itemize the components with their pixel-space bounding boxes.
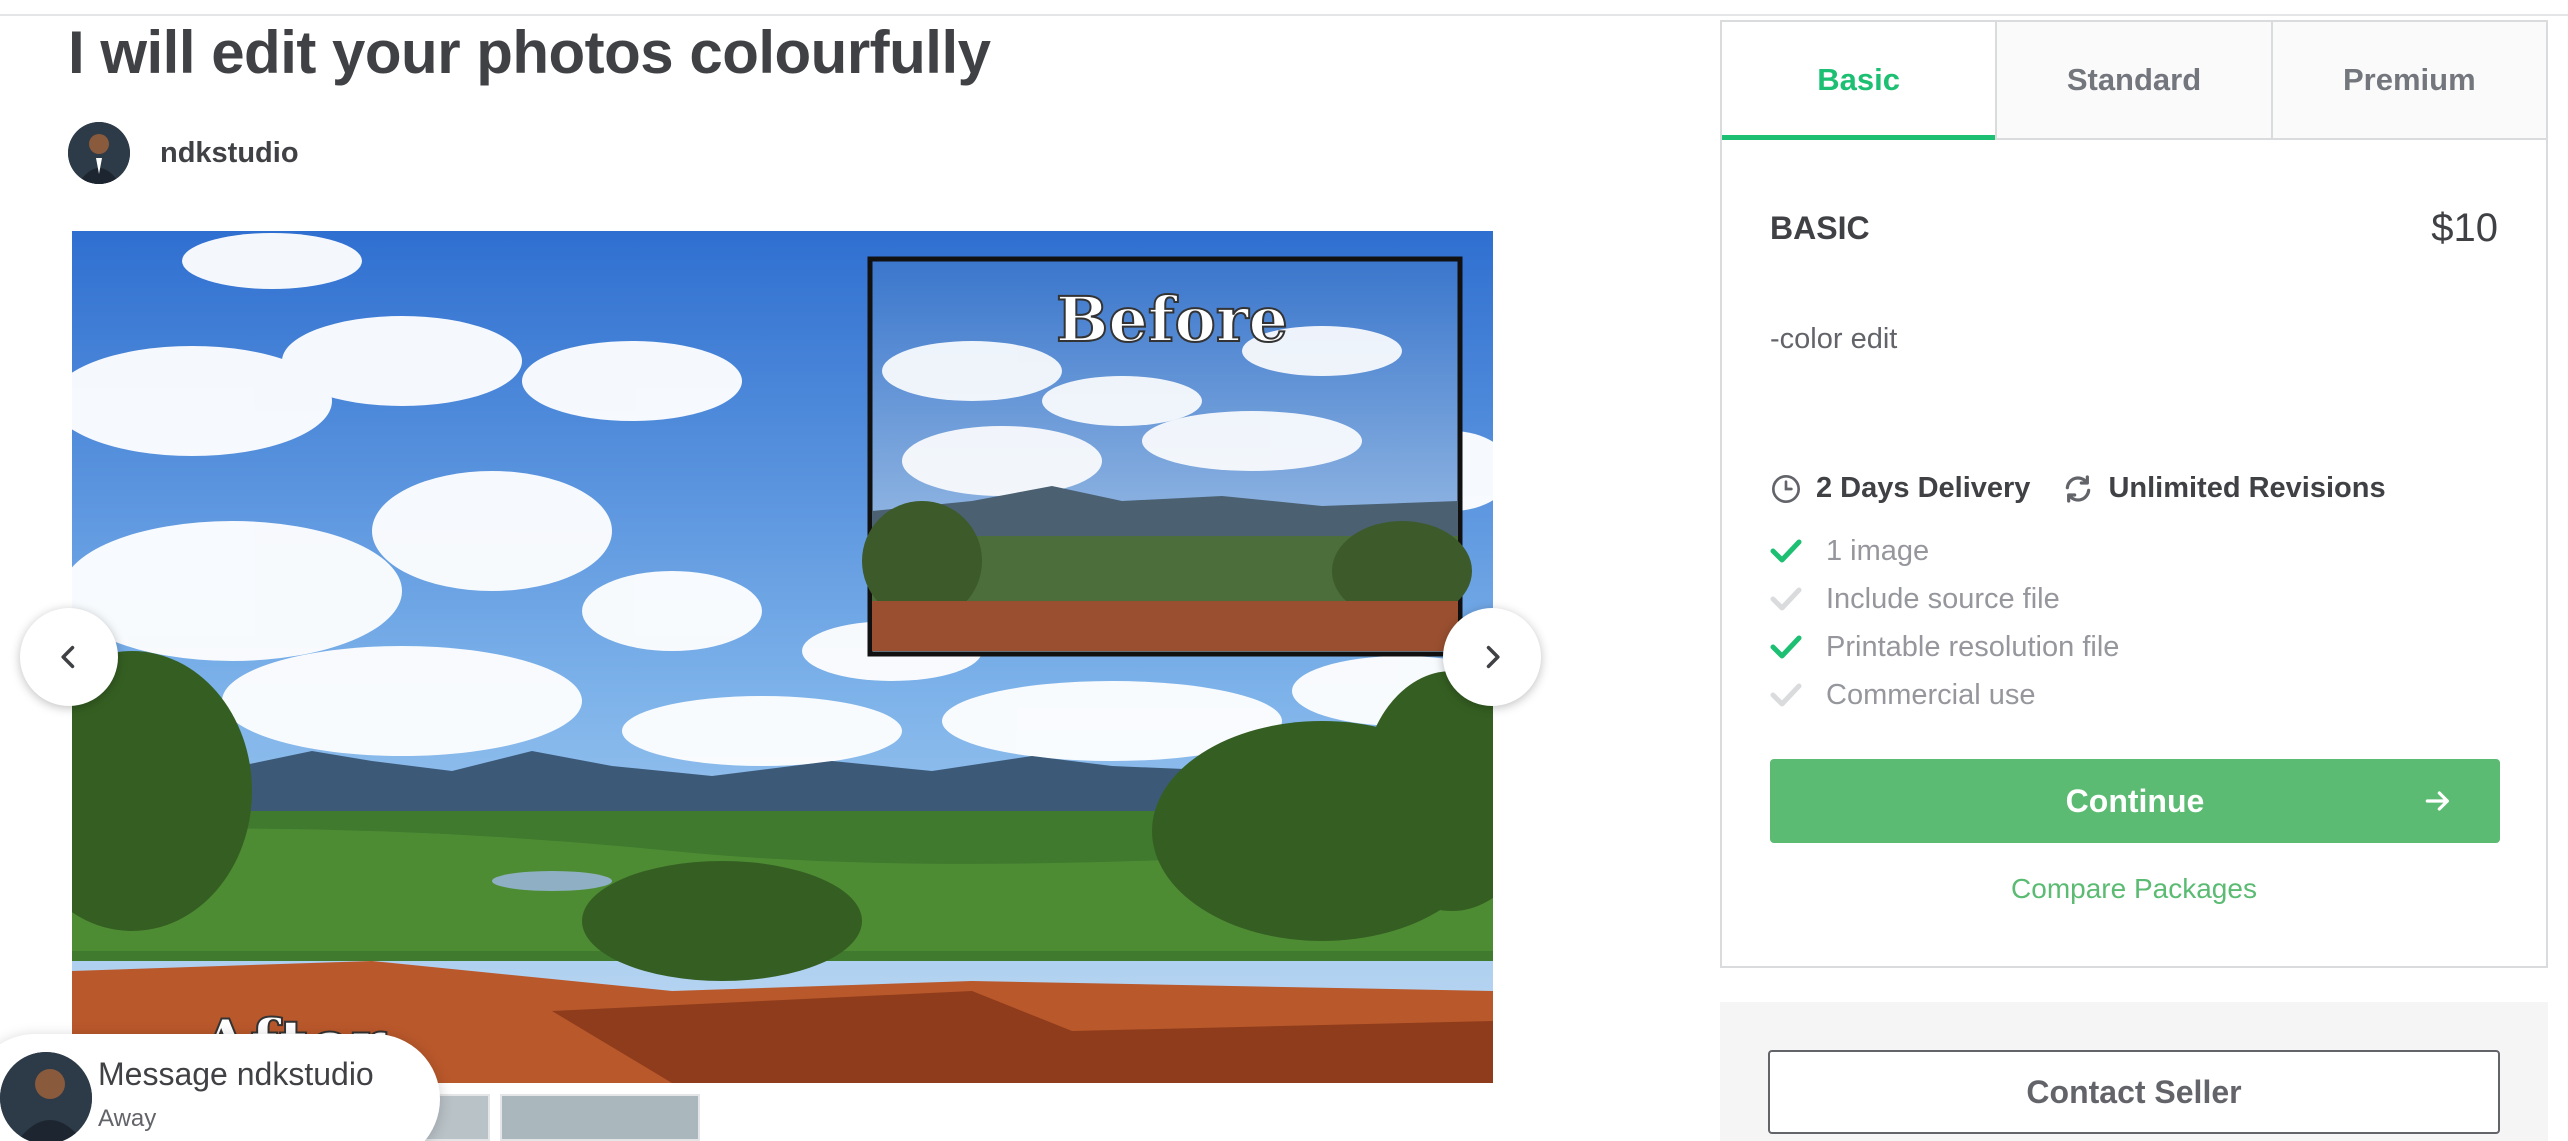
continue-button[interactable]: Continue bbox=[1770, 759, 2500, 843]
package-price: $10 bbox=[2431, 206, 2498, 250]
check-icon bbox=[1770, 539, 1802, 563]
check-icon bbox=[1770, 587, 1802, 611]
clock-icon bbox=[1772, 474, 1800, 503]
package-name: BASIC bbox=[1770, 210, 1870, 246]
continue-label: Continue bbox=[2065, 782, 2205, 819]
package-meta: 2 Days Delivery Unlimited Revisions bbox=[1770, 472, 2498, 505]
contact-section: Contact Seller bbox=[1720, 1002, 2548, 1141]
seller-avatar[interactable] bbox=[68, 122, 130, 184]
gallery-next-button[interactable] bbox=[1443, 608, 1541, 706]
arrow-right-icon bbox=[2425, 791, 2449, 811]
before-label: Before bbox=[1056, 283, 1288, 356]
tab-basic[interactable]: Basic bbox=[1722, 22, 1996, 140]
revisions: Unlimited Revisions bbox=[2108, 472, 2386, 504]
contact-seller-button[interactable]: Contact Seller bbox=[1768, 1050, 2500, 1134]
compare-packages-link[interactable]: Compare Packages bbox=[1770, 873, 2498, 905]
check-icon bbox=[1770, 683, 1802, 707]
chat-avatar bbox=[0, 1052, 92, 1141]
list-item: Commercial use bbox=[1770, 671, 2498, 719]
check-icon bbox=[1770, 635, 1802, 659]
chevron-left-icon bbox=[61, 645, 75, 669]
before-inset: Before bbox=[862, 256, 1472, 657]
chat-status: Away bbox=[98, 1105, 157, 1132]
feature-list: 1 image Include source file Printable re… bbox=[1770, 527, 2498, 719]
header-divider bbox=[0, 14, 2568, 16]
chevron-right-icon bbox=[1486, 645, 1500, 669]
tab-standard[interactable]: Standard bbox=[1995, 22, 2271, 138]
seller-name[interactable]: ndkstudio bbox=[160, 137, 299, 170]
gallery-thumbnail[interactable] bbox=[500, 1094, 700, 1141]
package-description: -color edit bbox=[1770, 323, 1898, 355]
message-seller-bubble[interactable]: Message ndkstudio Away bbox=[0, 1034, 440, 1141]
delivery-time: 2 Days Delivery bbox=[1816, 472, 2031, 504]
list-item: Include source file bbox=[1770, 575, 2498, 623]
tab-premium[interactable]: Premium bbox=[2270, 22, 2546, 138]
packages-panel: Basic Standard Premium BASIC $10 -color … bbox=[1720, 20, 2548, 968]
refresh-icon bbox=[2066, 474, 2091, 503]
list-item: 1 image bbox=[1770, 527, 2498, 575]
seller-info: ndkstudio bbox=[68, 122, 299, 184]
gallery-prev-button[interactable] bbox=[20, 608, 118, 706]
gig-gallery[interactable]: After Before bbox=[72, 231, 1493, 1083]
chat-label: Message ndkstudio bbox=[98, 1056, 374, 1092]
package-tabs: Basic Standard Premium bbox=[1722, 22, 2546, 140]
list-item: Printable resolution file bbox=[1770, 623, 2498, 671]
gig-title: I will edit your photos colourfully bbox=[68, 19, 991, 86]
gallery-image: After Before bbox=[72, 231, 1493, 1083]
